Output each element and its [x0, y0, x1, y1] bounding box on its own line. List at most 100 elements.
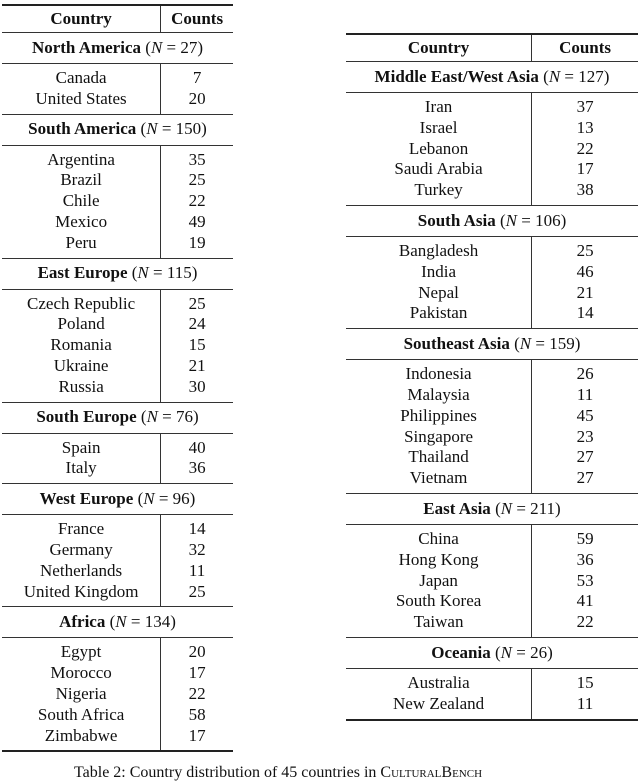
- country-row: Egypt 20: [2, 637, 233, 664]
- region-total: 127: [578, 66, 604, 86]
- equals-sign: =: [154, 488, 173, 508]
- country-count: 21: [188, 355, 206, 375]
- equals-sign: =: [512, 642, 531, 662]
- equals-sign: =: [126, 611, 145, 631]
- country-count: 19: [188, 232, 206, 252]
- country-name: Germany: [2, 539, 162, 561]
- caption-text: Table 2: Country distribution of 45 coun…: [74, 764, 381, 781]
- country-name: Nepal: [346, 282, 533, 304]
- region-name: Oceania: [431, 642, 491, 662]
- country-name: Bangladesh: [346, 236, 533, 262]
- region-paren-open: (: [490, 642, 501, 662]
- region-paren-close: ): [547, 642, 553, 662]
- region-paren-close: ): [189, 488, 196, 508]
- region-paren-close: ): [193, 407, 199, 427]
- country-count: 46: [576, 261, 594, 281]
- country-row: Mexico 49: [2, 211, 233, 233]
- table-caption: Table 2: Country distribution of 45 coun…: [74, 764, 482, 782]
- region-paren-close: ): [197, 37, 204, 57]
- region-total: 26: [530, 642, 548, 662]
- country-count: 11: [576, 693, 594, 713]
- country-name: South Africa: [2, 704, 162, 726]
- region-name: South Europe: [36, 407, 137, 427]
- country-row: China 59: [346, 524, 638, 550]
- country-row: Italy 36: [2, 458, 233, 484]
- country-row: Peru 19: [2, 232, 233, 259]
- n-symbol: N: [143, 488, 155, 508]
- region-name: East Europe: [37, 263, 128, 283]
- country-name: Russia: [2, 376, 162, 403]
- country-name: Israel: [346, 117, 533, 139]
- country-row: Chile 22: [2, 191, 233, 212]
- country-row: Saudi Arabia 17: [346, 159, 638, 181]
- region-total: 134: [144, 611, 171, 631]
- country-count: 30: [188, 376, 206, 396]
- country-count: 26: [576, 364, 594, 384]
- region-header: Southeast Asia (N = 159): [346, 329, 638, 360]
- country-count: 49: [188, 211, 206, 231]
- country-name: Canada: [2, 63, 162, 89]
- country-row: Vietnam 27: [346, 468, 638, 494]
- country-row: Netherlands 11: [2, 560, 233, 582]
- country-name: Malaysia: [346, 384, 533, 406]
- header-country: Country: [2, 5, 162, 33]
- country-name: Spain: [2, 433, 162, 459]
- region-total: 211: [530, 498, 556, 518]
- region-paren-close: ): [170, 611, 176, 631]
- region-paren-open: (: [136, 407, 147, 427]
- region-paren-open: (: [133, 488, 144, 508]
- country-count: 15: [188, 335, 206, 355]
- region-paren-close: ): [555, 498, 561, 518]
- country-count: 22: [576, 138, 594, 158]
- left-table-body: North America (N = 27) Canada 7 United Stat…: [2, 32, 233, 752]
- country-count: 27: [576, 447, 594, 467]
- country-name: Netherlands: [2, 560, 162, 582]
- region-paren-close: ): [603, 66, 610, 86]
- region-header-row: Africa (N = 134): [2, 606, 233, 638]
- country-name: Thailand: [346, 447, 533, 469]
- equals-sign: =: [512, 498, 531, 518]
- region-paren-close: ): [191, 263, 198, 283]
- n-symbol: N: [115, 611, 127, 631]
- region-paren-open: (: [490, 498, 501, 518]
- equals-sign: =: [157, 119, 176, 139]
- country-name: Australia: [346, 668, 533, 694]
- country-name: Romania: [2, 335, 162, 356]
- region-name: North America: [31, 37, 142, 57]
- country-count: 17: [188, 725, 206, 745]
- region-header-row: South Asia (N = 106): [346, 205, 638, 236]
- region-paren-open: (: [127, 263, 138, 283]
- country-count: 25: [188, 170, 206, 190]
- country-name: United States: [2, 88, 162, 115]
- region-header-row: Middle East/West Asia (N = 127): [346, 61, 638, 93]
- country-count: 22: [188, 191, 206, 211]
- n-symbol: N: [150, 37, 163, 57]
- country-count: 36: [576, 549, 594, 569]
- equals-sign: =: [157, 407, 176, 427]
- header-counts: Counts: [559, 37, 612, 57]
- region-name: East Asia: [423, 498, 491, 518]
- country-count: 45: [576, 405, 594, 425]
- country-row: Czech Republic 25: [2, 289, 233, 315]
- region-total: 115: [166, 263, 192, 283]
- country-row: Spain 40: [2, 433, 233, 459]
- region-header: South America (N = 150): [2, 114, 233, 145]
- country-count: 25: [576, 240, 594, 260]
- header-counts: Counts: [171, 8, 224, 28]
- equals-sign: =: [531, 333, 550, 353]
- region-name: South Asia: [417, 210, 496, 230]
- n-symbol: N: [500, 498, 513, 518]
- equals-sign: =: [516, 210, 536, 230]
- country-name: Czech Republic: [2, 289, 162, 315]
- country-count: 24: [188, 314, 206, 334]
- country-name: Hong Kong: [346, 549, 533, 571]
- country-count: 21: [576, 282, 594, 302]
- region-header-row: North America (N = 27): [2, 32, 233, 64]
- region-paren-close: ): [201, 119, 207, 139]
- region-paren-open: (: [509, 333, 520, 353]
- region-header-row: West Europe (N = 96): [2, 483, 233, 515]
- country-count: 20: [188, 642, 206, 662]
- country-row: Canada 7: [2, 63, 233, 89]
- country-name: Brazil: [2, 170, 162, 192]
- country-row: Poland 24: [2, 314, 233, 336]
